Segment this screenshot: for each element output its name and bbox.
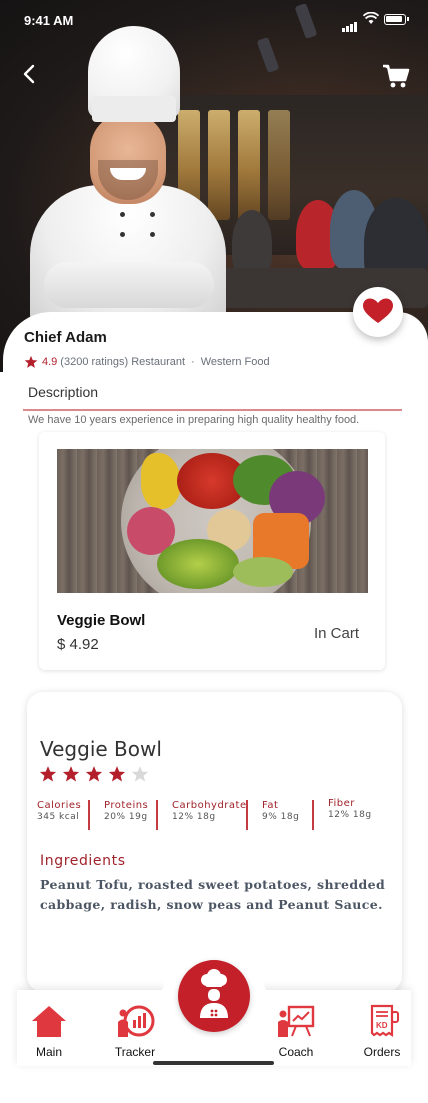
svg-text:KD: KD	[376, 1021, 388, 1030]
nutrition-calories: Calories 345 kcal	[37, 800, 81, 822]
nav-label: Orders	[363, 1045, 401, 1059]
nutrition-value: 12% 18g	[328, 810, 372, 820]
product-detail-card: Veggie Bowl Calories 345 kcal Proteins 2…	[27, 692, 402, 992]
ingredients-title: Ingredients	[40, 853, 126, 869]
nutrition-value: 9% 18g	[262, 812, 300, 822]
veggie-bowl-image	[57, 449, 368, 593]
product-price: $ 4.92	[57, 636, 99, 653]
nutrition-value: 12% 18g	[172, 812, 216, 822]
home-icon	[32, 1006, 66, 1037]
description-divider	[23, 409, 402, 411]
nutrition-divider	[312, 800, 314, 830]
tracker-chart-icon	[118, 1005, 155, 1037]
in-cart-status[interactable]: In Cart	[314, 625, 359, 642]
star-filled-icon	[108, 766, 126, 782]
star-filled-icon	[85, 766, 103, 782]
cart-icon	[383, 64, 410, 88]
favorite-button[interactable]	[353, 287, 403, 337]
nav-item-main[interactable]: Main	[28, 1004, 70, 1059]
chef-rating-line: 4.9 (3200 ratings) Restaurant · Western …	[24, 355, 270, 369]
chef-fab-button[interactable]	[178, 960, 250, 1032]
home-indicator	[153, 1061, 274, 1065]
chef-icon	[200, 969, 228, 1018]
nutrition-divider	[88, 800, 90, 830]
battery-icon	[384, 14, 409, 25]
product-card[interactable]: Veggie Bowl $ 4.92 In Cart	[39, 432, 385, 670]
description-title: Description	[28, 384, 99, 400]
separator-dot: ·	[191, 356, 195, 368]
star-filled-icon	[62, 766, 80, 782]
nav-label: Tracker	[114, 1045, 156, 1059]
status-time: 9:41 AM	[24, 13, 74, 28]
nav-item-coach[interactable]: Coach	[272, 1004, 320, 1059]
orders-receipt-icon: KD	[370, 1004, 399, 1038]
nav-label: Coach	[278, 1045, 314, 1059]
back-button[interactable]	[18, 62, 42, 86]
nutrition-value: 345 kcal	[37, 812, 80, 822]
heart-icon	[363, 298, 393, 323]
nutrition-fiber: Fiber 12% 18g	[328, 798, 372, 820]
chef-profile-screen: 9:41 AM Chief Adam 4.9 (3200 ratings) Re…	[0, 0, 428, 1103]
cellular-signal-icon	[342, 14, 358, 32]
nutrition-fat: Fat 9% 18g	[262, 800, 299, 822]
chef-ratings-count: (3200 ratings) Restaurant	[60, 356, 186, 368]
nutrition-divider	[156, 800, 158, 830]
chef-rating-value: 4.9	[42, 356, 58, 368]
cart-button[interactable]	[382, 63, 410, 89]
status-bar: 9:41 AM	[0, 0, 428, 40]
description-text: We have 10 years experience in preparing…	[28, 414, 360, 426]
nutrition-divider	[246, 800, 248, 830]
rating-stars	[39, 765, 149, 783]
nutrition-label: Fat	[262, 800, 279, 811]
star-filled-icon	[39, 766, 57, 782]
nutrition-label: Proteins	[104, 800, 149, 811]
product-name: Veggie Bowl	[57, 612, 146, 629]
nav-item-tracker[interactable]: Tracker	[110, 1004, 160, 1059]
nutrition-label: Calories	[37, 800, 82, 811]
nutrition-value: 20% 19g	[104, 812, 148, 822]
nutrition-carbohydrate: Carbohydrate 12% 18g	[172, 800, 247, 822]
nav-label: Main	[35, 1045, 62, 1059]
star-icon	[24, 355, 38, 368]
detail-title: Veggie Bowl	[40, 737, 162, 761]
nutrition-label: Fiber	[328, 798, 355, 809]
nutrition-proteins: Proteins 20% 19g	[104, 800, 148, 822]
chef-name: Chief Adam	[24, 329, 107, 346]
chevron-left-icon	[23, 64, 35, 84]
wifi-icon	[362, 11, 380, 30]
ingredients-text: Peanut Tofu, roasted sweet potatoes, shr…	[40, 877, 386, 912]
nutrition-label: Carbohydrate	[172, 800, 247, 811]
coach-board-icon	[278, 1005, 315, 1037]
chef-cuisine: Western Food	[200, 356, 270, 368]
nav-item-orders[interactable]: KD Orders	[360, 1004, 404, 1059]
star-empty-icon	[131, 766, 149, 782]
